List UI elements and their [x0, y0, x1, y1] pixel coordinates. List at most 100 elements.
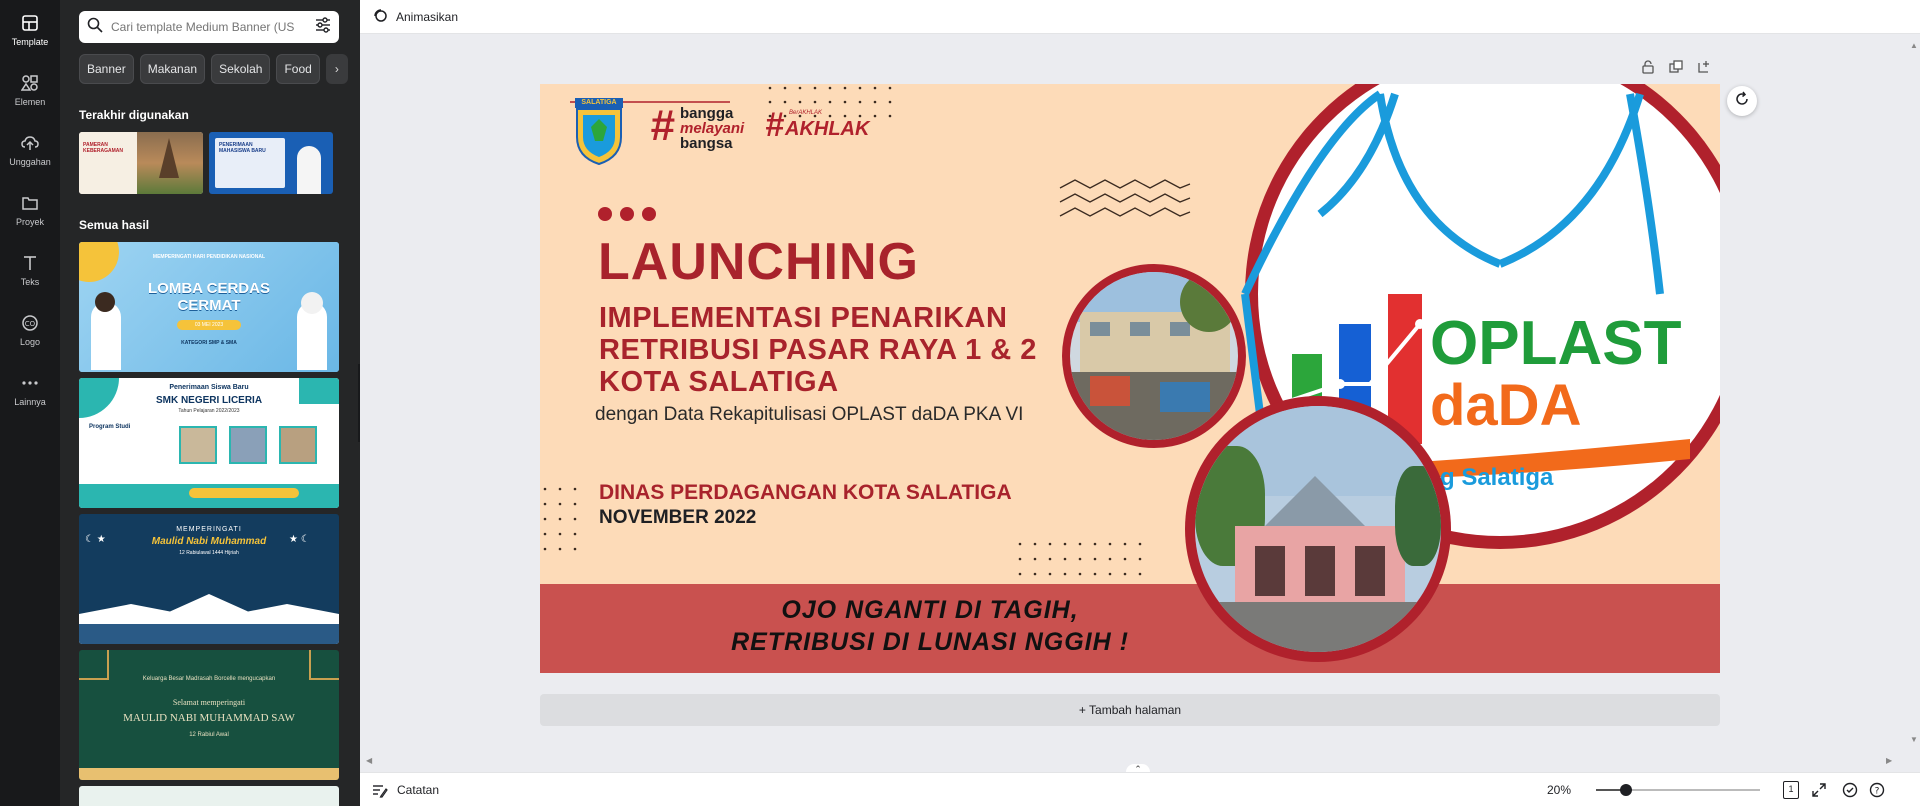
impl-line: IMPLEMENTASI PENARIKAN	[599, 302, 1008, 334]
implementation-block: IMPLEMENTASI PENARIKAN RETRIBUSI PASAR R…	[599, 302, 1037, 398]
result-template-2[interactable]: Penerimaan Siswa Baru SMK NEGERI LICERIA…	[79, 378, 339, 508]
bangga-text: bangga melayani bangsa	[680, 106, 744, 151]
check-icon[interactable]	[1842, 782, 1858, 803]
thumb-text: 12 Rabiul Awal	[189, 732, 229, 738]
result-template-4[interactable]: Keluarga Besar Madrasah Borcelle menguca…	[79, 650, 339, 780]
result-template-1[interactable]: MEMPERINGATI HARI PENDIDIKAN NASIONAL LO…	[79, 242, 339, 372]
all-results-title: Semua hasil	[79, 218, 150, 232]
thumb-text: Keluarga Besar Madrasah Borcelle menguca…	[142, 676, 276, 682]
slogan-line: OJO NGANTI DI TAGIH,	[781, 596, 1079, 624]
search-input[interactable]	[111, 20, 315, 34]
left-rail: Template Elemen Unggahan Proyek Teks CO …	[0, 0, 60, 806]
rail-label: Logo	[19, 336, 41, 347]
thumb-text: PENERIMAAN MAHASISWA BARU	[219, 142, 266, 154]
chip-food[interactable]: Food	[276, 54, 320, 84]
recent-title: Terakhir digunakan	[79, 108, 189, 122]
rail-label: Template	[11, 36, 49, 47]
svg-text:CO: CO	[25, 320, 36, 328]
rail-label: Elemen	[14, 96, 46, 107]
rail-item-more[interactable]: Lainnya	[0, 360, 60, 418]
duplicate-icon[interactable]	[1669, 60, 1683, 77]
salatiga-tag: g Salatiga	[1440, 464, 1554, 491]
chip-makanan[interactable]: Makanan	[139, 54, 206, 84]
market-photo-2	[1185, 396, 1451, 662]
rail-label: Teks	[20, 276, 40, 287]
upload-icon	[19, 132, 41, 154]
akhlak-small: BerAKHLAK	[789, 110, 823, 116]
zoom-value[interactable]: 20%	[1547, 783, 1571, 797]
akhlak-text: AKHLAK	[785, 118, 870, 140]
chip-sekolah[interactable]: Sekolah	[211, 54, 271, 84]
page-count-button[interactable]: 1	[1783, 781, 1799, 799]
hash-mark: #	[650, 101, 675, 150]
zoom-slider-handle[interactable]	[1620, 784, 1632, 796]
launching-title: LAUNCHING	[598, 233, 919, 291]
refresh-button[interactable]	[1727, 86, 1757, 116]
editor-topbar: Animasikan	[360, 0, 1920, 34]
rail-item-logo[interactable]: CO Logo	[0, 300, 60, 358]
rail-item-text[interactable]: Teks	[0, 240, 60, 298]
folder-icon	[19, 192, 41, 214]
thumb-title: LOMBA CERDAS CERMAT	[148, 280, 270, 314]
notes-icon	[372, 782, 388, 803]
dada-text: daDA	[1430, 373, 1582, 438]
refresh-icon	[1734, 91, 1750, 112]
oplast-text: OPLAST	[1430, 309, 1682, 378]
svg-text:?: ?	[1875, 787, 1880, 797]
rail-label: Unggahan	[9, 156, 51, 167]
search-icon	[87, 17, 103, 38]
logo-icon: CO	[19, 312, 41, 334]
bangga-line: bangsa	[680, 135, 733, 152]
rail-item-template[interactable]: Template	[0, 0, 60, 58]
zoom-slider[interactable]	[1596, 784, 1760, 796]
vertical-scrollbar[interactable]: ▲ ▼	[1908, 35, 1920, 763]
recent-template-1[interactable]: PAMERAN KEBERAGAMAN	[79, 132, 203, 194]
month-text: NOVEMBER 2022	[599, 507, 757, 528]
chevron-right-icon[interactable]: ›	[325, 54, 348, 84]
notes-button[interactable]: Catatan	[397, 783, 439, 797]
animate-button[interactable]: Animasikan	[396, 10, 458, 24]
logo-city-text: SALATIGA	[581, 99, 617, 106]
template-icon	[19, 12, 41, 34]
thumb-text: Selamat memperingati	[172, 698, 246, 707]
bangga-line: melayani	[680, 120, 745, 137]
thumb-text: Program Studi	[89, 424, 131, 430]
text-icon	[19, 252, 41, 274]
design-page[interactable]: SALATIGA # bangga melayani bangsa # BerA…	[540, 84, 1720, 673]
recent-template-2[interactable]: PENERIMAAN MAHASISWA BARU	[209, 132, 333, 194]
rail-label: Lainnya	[14, 396, 46, 407]
rail-item-elements[interactable]: Elemen	[0, 60, 60, 118]
bangga-line: bangga	[680, 105, 734, 122]
page-tools	[1641, 60, 1711, 77]
city-logo: SALATIGA	[573, 97, 625, 166]
animate-icon	[372, 7, 388, 26]
elements-icon	[19, 72, 41, 94]
category-chips: Banner Makanan Sekolah Food ›	[79, 54, 348, 84]
filter-icon[interactable]	[315, 16, 331, 38]
impl-line: RETRIBUSI PASAR RAYA 1 & 2	[599, 334, 1037, 366]
search-box[interactable]	[79, 11, 339, 43]
thumb-title: MAULID NABI MUHAMMAD SAW	[123, 712, 295, 724]
thumb-text: KATEGORI SMP & SMA	[181, 340, 237, 346]
result-template-3[interactable]: MEMPERINGATI Maulid Nabi Muhammad 12 Rab…	[79, 514, 339, 644]
rail-item-upload[interactable]: Unggahan	[0, 120, 60, 178]
impl-line: KOTA SALATIGA	[599, 366, 839, 398]
lock-icon[interactable]	[1641, 60, 1655, 77]
template-panel: Banner Makanan Sekolah Food › Terakhir d…	[60, 0, 360, 806]
fullscreen-icon[interactable]	[1811, 782, 1827, 803]
hash-mark-2: #	[765, 106, 784, 144]
thumb-text: MEMPERINGATI	[176, 526, 242, 533]
editor-bottombar: Catatan 20% 1 ?	[360, 772, 1920, 806]
thumb-text: 03 MEI 2023	[177, 320, 241, 330]
slogan-line: RETRIBUSI DI LUNASI NGGIH !	[731, 628, 1129, 656]
add-page-button[interactable]: + Tambah halaman	[540, 694, 1720, 726]
add-page-icon[interactable]	[1697, 60, 1711, 77]
thumb-text: PAMERAN KEBERAGAMAN	[83, 142, 123, 154]
result-template-5[interactable]	[79, 786, 339, 806]
rail-item-projects[interactable]: Proyek	[0, 180, 60, 238]
thumb-text: 12 Rabiulawal 1444 Hijriah	[179, 550, 239, 556]
slogan-block: OJO NGANTI DI TAGIH, RETRIBUSI DI LUNASI…	[680, 594, 1180, 658]
chip-banner[interactable]: Banner	[79, 54, 134, 84]
help-icon[interactable]: ?	[1869, 782, 1885, 803]
thumb-title: SMK NEGERI LICERIA	[155, 395, 263, 406]
